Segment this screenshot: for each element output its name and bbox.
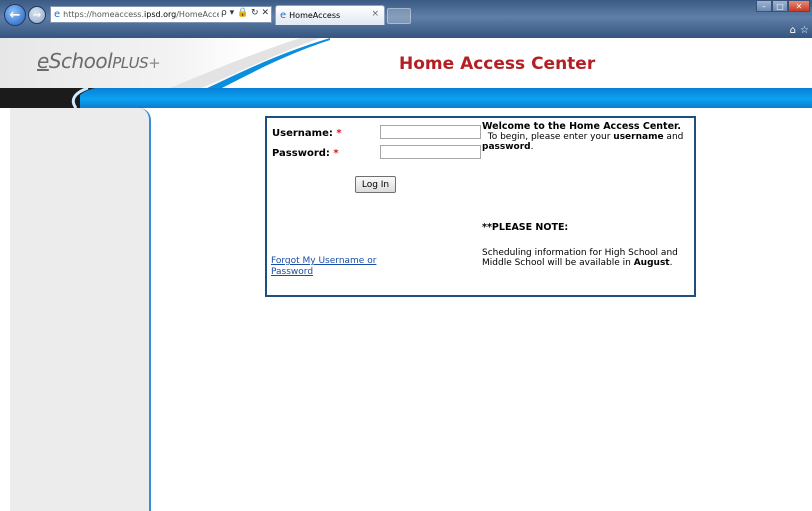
tab-title: HomeAccess — [289, 11, 341, 20]
address-bar-icons[interactable]: ρ ▾ 🔒 ↻ ✕ — [219, 8, 269, 18]
note-heading: **PLEASE NOTE: — [482, 222, 569, 233]
maximize-button[interactable]: □ — [772, 0, 788, 12]
site-icon: e — [54, 9, 61, 20]
tab-close-icon[interactable]: × — [371, 9, 379, 19]
back-arrow-icon: ← — [9, 7, 21, 23]
minimize-button[interactable]: – — [756, 0, 772, 12]
note-text: Scheduling information for High School a… — [482, 248, 678, 268]
forward-arrow-icon: → — [32, 9, 42, 21]
new-tab-button[interactable] — [387, 8, 411, 24]
close-window-button[interactable]: ✕ — [788, 0, 810, 12]
band-corner-graphic — [0, 88, 95, 108]
username-input[interactable] — [380, 125, 481, 139]
log-in-button[interactable]: Log In — [355, 176, 396, 193]
browser-chrome: ← → e https://homeaccess.ipsd.org/HomeAc… — [0, 0, 812, 38]
header-band — [0, 88, 812, 108]
minimize-icon: – — [762, 1, 766, 11]
password-input[interactable] — [380, 145, 481, 159]
window-controls: – □ ✕ — [756, 0, 810, 12]
password-label: Password: * — [272, 148, 339, 159]
home-icon[interactable]: ⌂ — [790, 25, 796, 36]
left-sidebar — [10, 108, 151, 511]
page-header: eSchoolPLUS+ Home Access Center — [0, 38, 812, 96]
required-marker: * — [336, 128, 342, 139]
back-button[interactable]: ← — [4, 4, 26, 26]
tab-homeaccess[interactable]: e HomeAccess × — [275, 5, 385, 25]
forward-button[interactable]: → — [28, 6, 46, 24]
close-icon: ✕ — [795, 1, 803, 11]
username-label: Username: * — [272, 128, 342, 139]
address-bar[interactable]: e https://homeaccess.ipsd.org/HomeAccess… — [50, 6, 272, 23]
eschoolplus-logo: eSchoolPLUS+ — [37, 49, 161, 73]
forgot-username-password-link[interactable]: Forgot My Username or Password — [271, 256, 391, 278]
favorites-star-icon[interactable]: ☆ — [800, 25, 809, 36]
maximize-icon: □ — [776, 1, 784, 11]
welcome-message: Welcome to the Home Access Center. To be… — [482, 121, 692, 153]
login-panel: Username: * Password: * Log In Forgot My… — [265, 116, 696, 297]
tab-site-icon: e — [280, 10, 287, 21]
page-title: Home Access Center — [399, 54, 596, 74]
welcome-title: Welcome to the Home Access Center. — [482, 121, 681, 132]
required-marker: * — [333, 148, 339, 159]
